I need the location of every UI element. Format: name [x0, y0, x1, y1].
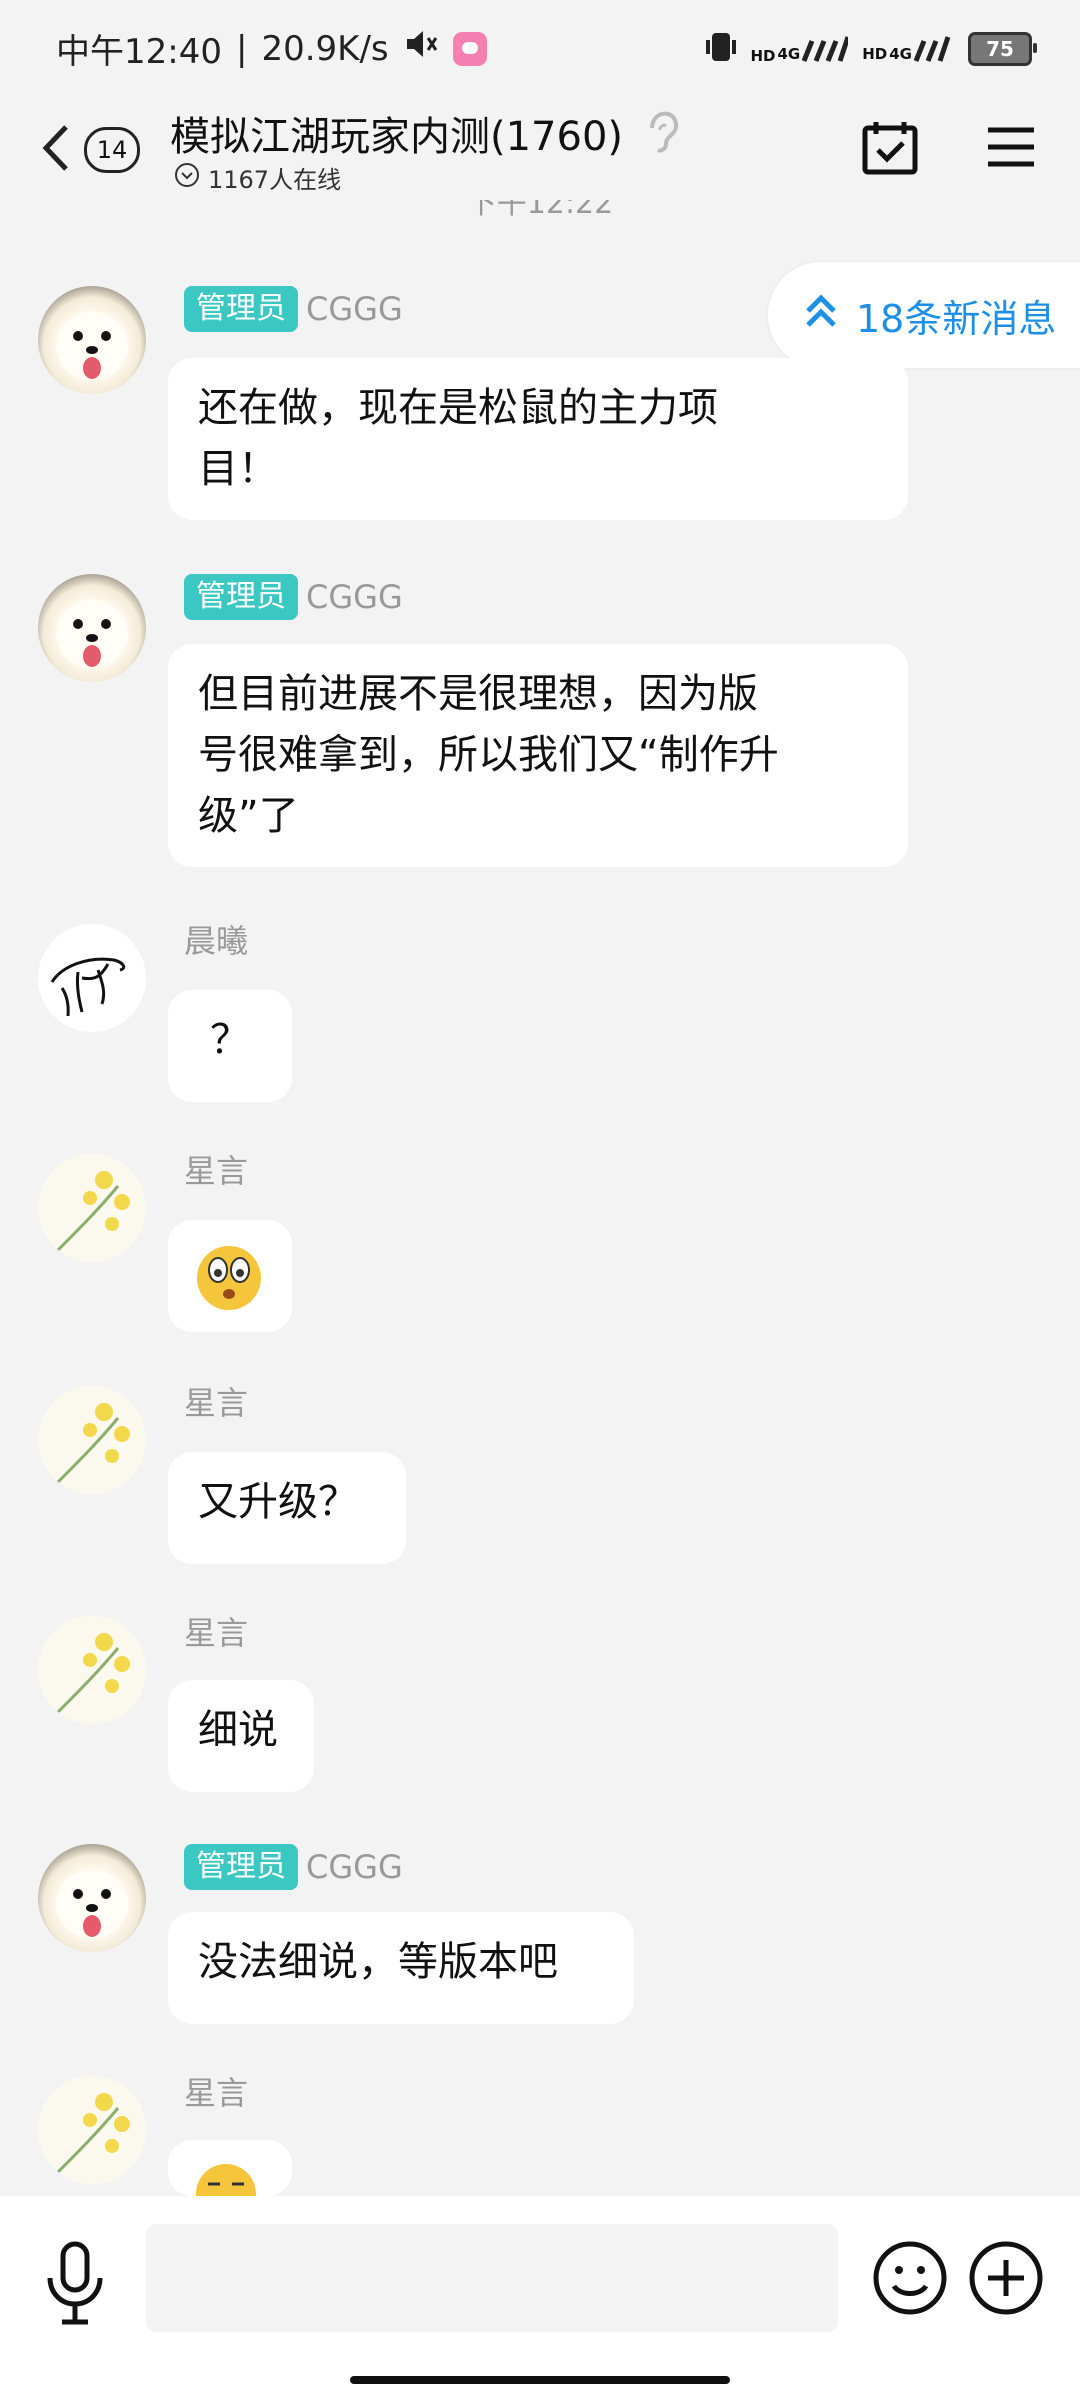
message-line: 号很难拿到，所以我们又“制作升 — [198, 732, 779, 778]
message-bubble[interactable]: 细说 — [168, 1680, 314, 1792]
message-bubble[interactable] — [168, 2140, 292, 2196]
surprised-emoji-icon — [190, 1246, 268, 1324]
status-divider: | — [235, 28, 248, 69]
avatar[interactable] — [38, 1844, 146, 1952]
mute-icon — [403, 28, 439, 69]
chevron-circle-icon — [174, 162, 200, 194]
message-line: 级”了 — [198, 793, 299, 839]
sender-row: 星言 — [184, 1378, 248, 1424]
avatar[interactable] — [38, 924, 146, 1032]
home-indicator[interactable] — [350, 2376, 730, 2384]
sender-row: 管理员 CGGG — [184, 574, 403, 620]
message-bubble[interactable]: 但目前进展不是很理想，因为版 号很难拿到，所以我们又“制作升 级”了 — [168, 644, 908, 867]
avatar[interactable] — [38, 1386, 146, 1494]
avatar[interactable] — [38, 1154, 146, 1262]
sender-row: 管理员 CGGG — [184, 286, 403, 332]
online-status[interactable]: 1167人在线 — [174, 160, 341, 195]
microphone-icon[interactable] — [40, 2240, 110, 2330]
hd-label: HD — [750, 47, 776, 65]
message-bubble[interactable]: ？ — [168, 990, 292, 1102]
status-bar: 中午12:40 | 20.9K/s HD 4G HD 4G 75 — [0, 0, 1080, 96]
message-line: 还在做，现在是松鼠的主力项 — [198, 385, 718, 431]
new-messages-button[interactable]: 18条新消息 — [768, 262, 1080, 368]
sender-name[interactable]: CGGG — [306, 578, 403, 616]
signal-1-label: 4G — [777, 45, 801, 63]
message-input[interactable] — [146, 2224, 838, 2332]
admin-badge: 管理员 — [184, 286, 298, 332]
chat-header: 14 模拟江湖玩家内测(1760) 1167人在线 — [0, 96, 1080, 206]
sender-name[interactable]: 晨曦 — [184, 916, 248, 962]
sender-row: 晨曦 — [184, 916, 248, 962]
sender-name[interactable]: 星言 — [184, 2068, 248, 2114]
double-chevron-up-icon — [804, 291, 838, 340]
admin-badge: 管理员 — [184, 1844, 298, 1890]
sender-name[interactable]: CGGG — [306, 290, 403, 328]
message-line: ？ — [210, 1017, 250, 1063]
sender-name[interactable]: 星言 — [184, 1608, 248, 1654]
sender-name[interactable]: CGGG — [306, 1848, 403, 1886]
new-messages-label: 18条新消息 — [856, 296, 1057, 341]
unread-count-badge: 14 — [84, 127, 140, 173]
plus-icon[interactable] — [968, 2240, 1044, 2316]
app-notification-icon — [452, 31, 487, 66]
status-left: 中午12:40 | 20.9K/s — [56, 24, 487, 73]
sender-row: 管理员 CGGG — [184, 1844, 403, 1890]
sender-row: 星言 — [184, 1608, 248, 1654]
sender-row: 星言 — [184, 1146, 248, 1192]
signal-2-label: 4G — [889, 45, 912, 63]
input-bar — [0, 2196, 1080, 2400]
online-count: 1167人在线 — [208, 166, 342, 194]
signal-2-icon: HD 4G — [862, 35, 954, 63]
back-button[interactable]: 14 — [40, 120, 160, 180]
chevron-left-icon — [40, 123, 70, 177]
avatar[interactable] — [38, 574, 146, 682]
admin-badge: 管理员 — [184, 574, 298, 620]
calendar-check-icon[interactable] — [860, 118, 920, 178]
chat-title[interactable]: 模拟江湖玩家内测(1760) — [170, 104, 623, 162]
time-marker: 下午12:22 — [466, 200, 614, 221]
message-bubble[interactable]: 没法细说，等版本吧 — [168, 1912, 634, 2024]
message-line: 又升级？ — [198, 1479, 358, 1525]
battery-icon: 75 — [968, 32, 1037, 66]
sender-name[interactable]: 星言 — [184, 1146, 248, 1192]
network-speed: 20.9K/s — [261, 28, 389, 69]
ear-icon[interactable] — [640, 108, 684, 158]
hd-label-2: HD — [862, 45, 888, 63]
avatar[interactable] — [38, 1616, 146, 1724]
avatar[interactable] — [38, 2076, 146, 2184]
vibrate-icon — [706, 30, 737, 68]
message-line: 但目前进展不是很理想，因为版 — [198, 671, 758, 717]
message-line: 目！ — [198, 446, 278, 492]
message-bubble[interactable]: 又升级？ — [168, 1452, 406, 1564]
message-line: 细说 — [198, 1707, 278, 1753]
status-right: HD 4G HD 4G 75 — [706, 30, 1037, 68]
menu-icon[interactable] — [984, 122, 1040, 172]
status-time: 中午12:40 — [56, 32, 222, 72]
emoji-icon[interactable] — [872, 2240, 948, 2316]
sender-row: 星言 — [184, 2068, 248, 2114]
avatar[interactable] — [38, 286, 146, 394]
message-bubble[interactable]: 还在做，现在是松鼠的主力项 目！ — [168, 358, 908, 520]
message-line: 没法细说，等版本吧 — [198, 1939, 558, 1985]
signal-1-icon: HD 4G — [750, 35, 849, 65]
sender-name[interactable]: 星言 — [184, 1378, 248, 1424]
message-bubble[interactable] — [168, 1220, 292, 1332]
